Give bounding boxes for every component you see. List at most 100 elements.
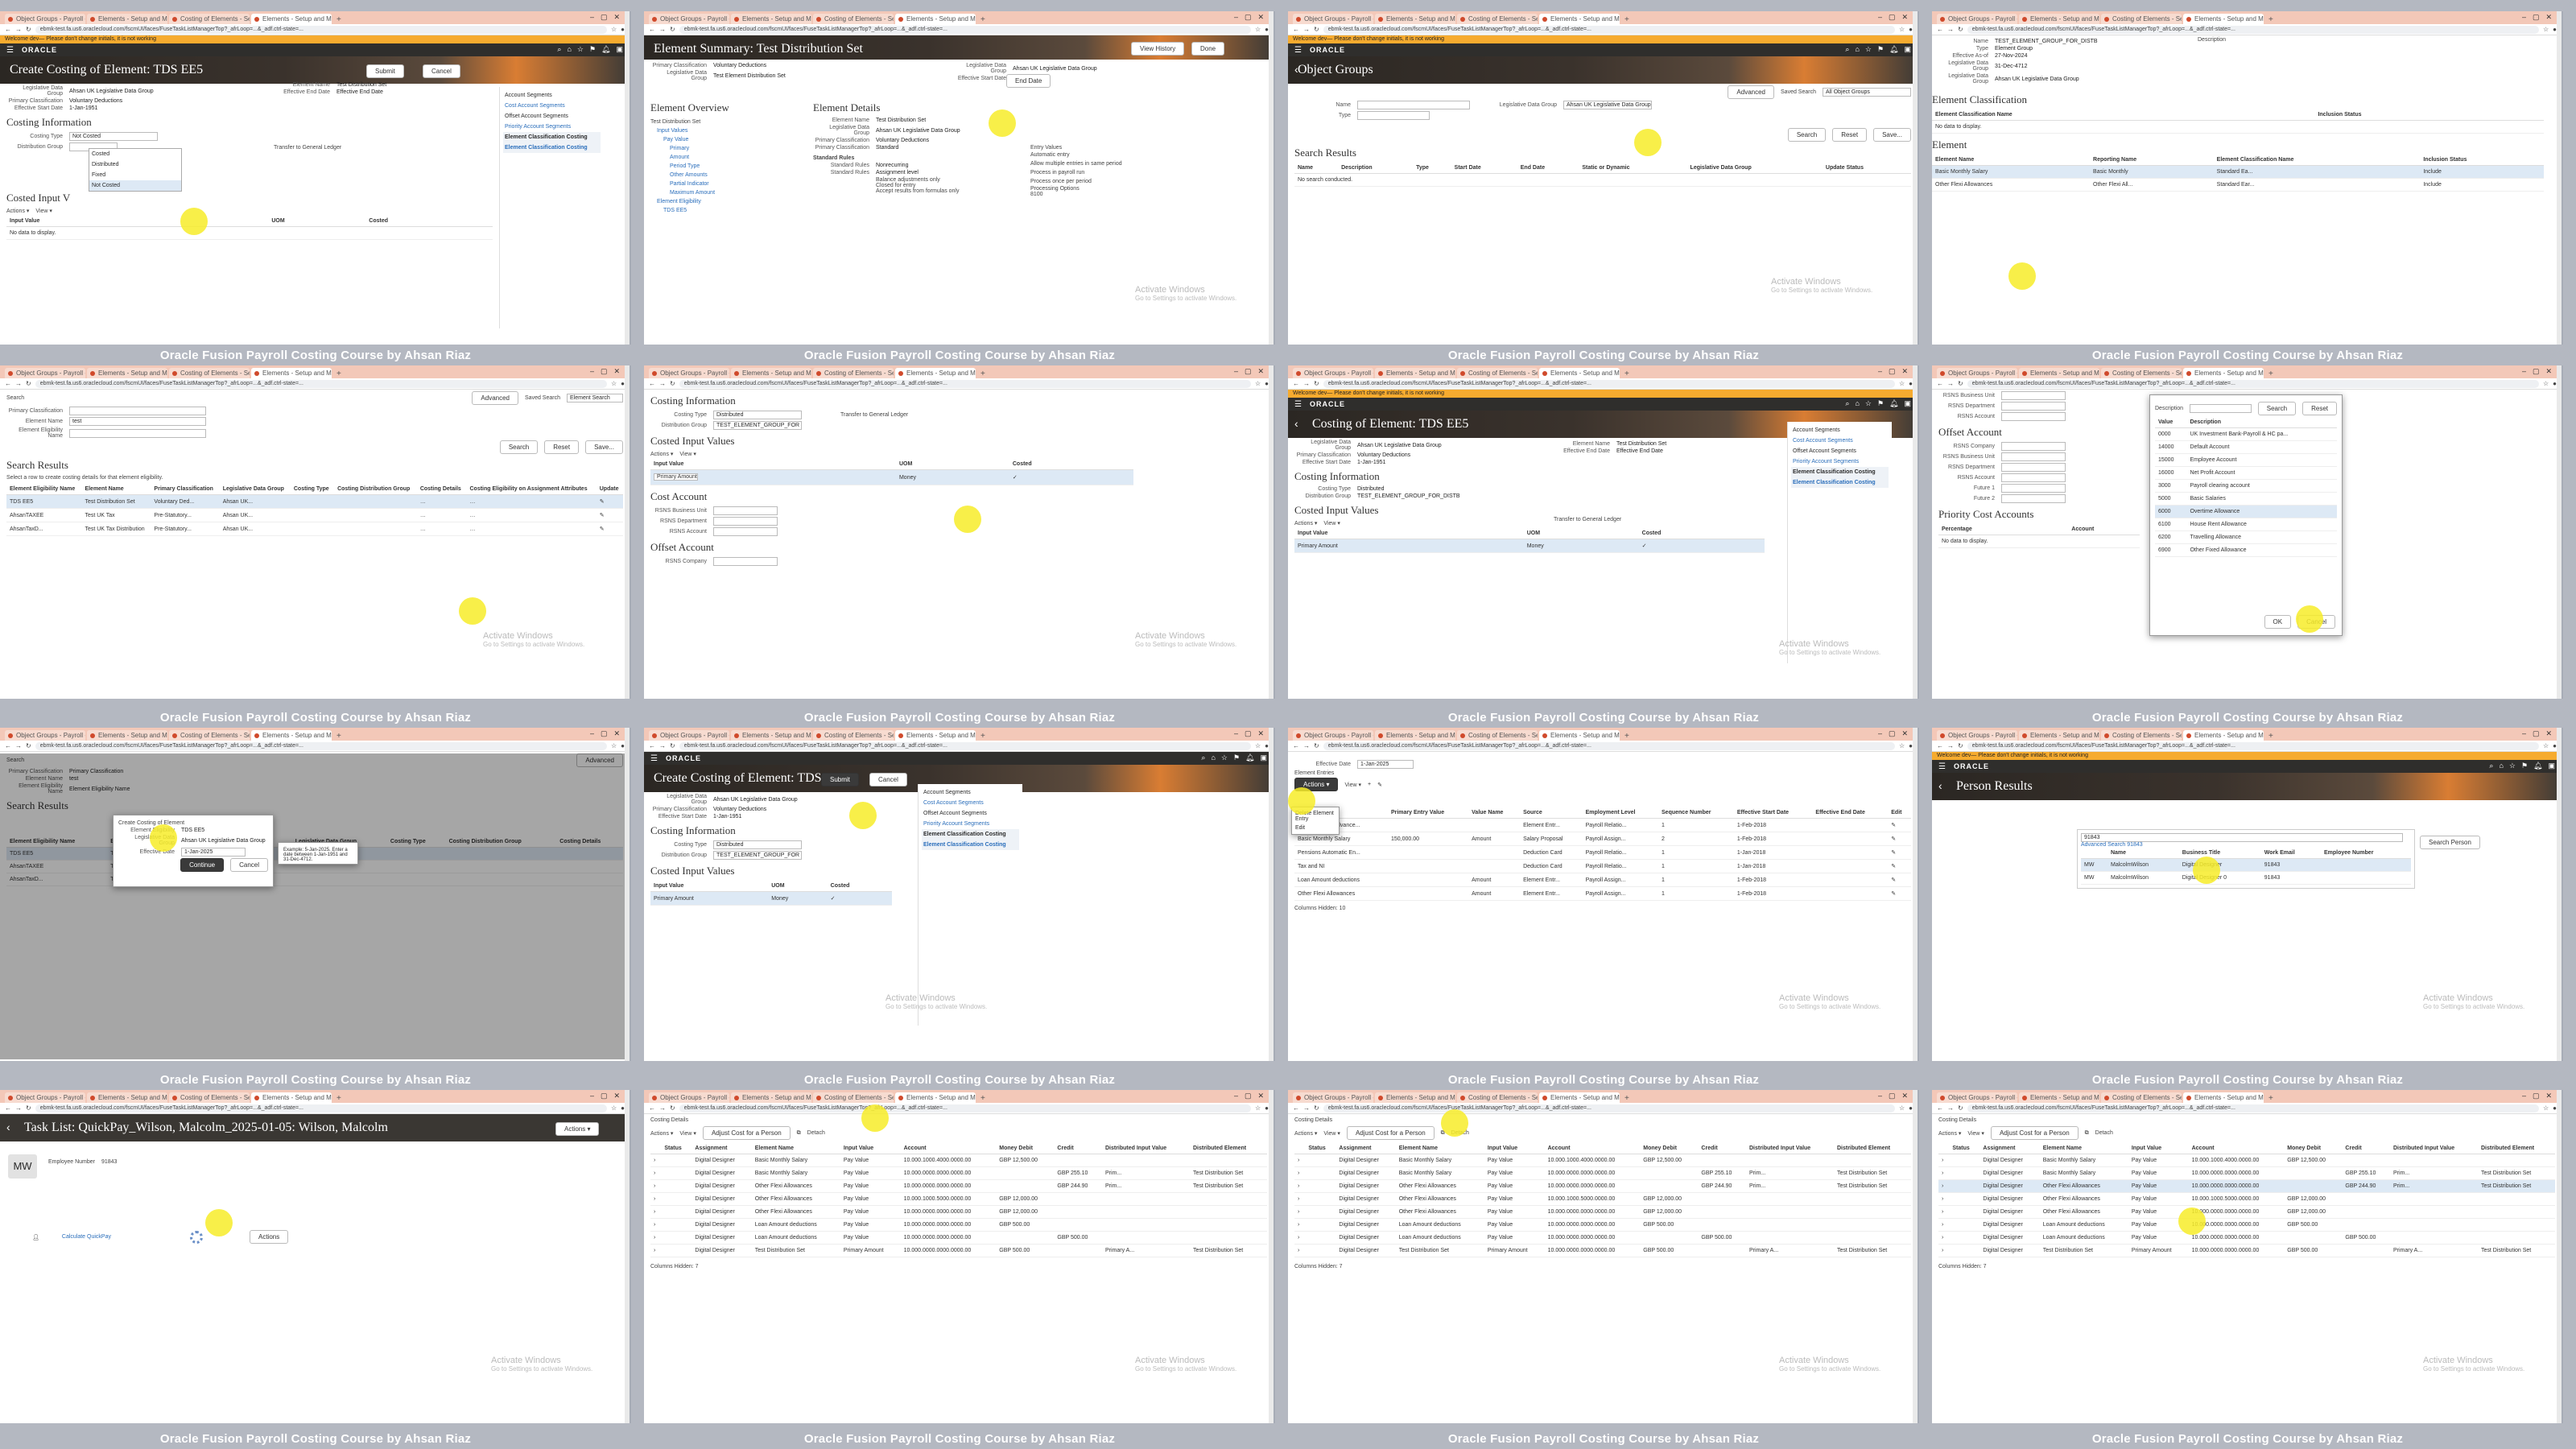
detach-icon[interactable]: ⧉ (2085, 1130, 2089, 1137)
table-row[interactable]: › Digital Designer Basic Monthly Salary Pay… (1294, 1154, 1911, 1167)
reload-icon[interactable]: ↻ (1314, 1104, 1319, 1112)
expand-icon[interactable]: › (1938, 1166, 1950, 1180)
table-row[interactable]: › Digital Designer Other Flexi Allowances P… (1294, 1179, 1911, 1193)
menu-item[interactable]: Edit (1294, 824, 1337, 832)
expand-icon[interactable]: › (1294, 1179, 1306, 1193)
edit-icon[interactable]: ✎ (1888, 859, 1911, 873)
url-field[interactable]: ebmk-test.fa.us6.oraclecloud.com/fscmUI/… (1323, 25, 1895, 34)
expand-icon[interactable]: › (650, 1231, 662, 1245)
expand-icon[interactable]: › (650, 1218, 662, 1232)
browser-tab[interactable]: Object Groups - Payroll - Ora... (1293, 1092, 1373, 1103)
browser-tab[interactable]: Elements - Setup and Mainten... (251, 14, 332, 24)
browser-tab[interactable]: Object Groups - Payroll - Ora... (1293, 730, 1373, 741)
done-button[interactable]: Done (1191, 42, 1225, 56)
table-row[interactable]: Annual Leave Advance...Element Entr...Pa… (1294, 818, 1911, 832)
expand-icon[interactable]: › (1938, 1231, 1950, 1245)
column-header[interactable]: Assignment (1335, 1143, 1396, 1154)
reload-icon[interactable]: ↻ (26, 380, 31, 387)
side-panel-link[interactable]: Element Classification Costing (922, 840, 1019, 850)
browser-tab[interactable]: Costing of Elements - Setup a... (1457, 14, 1538, 24)
edit-icon[interactable]: ✎ (596, 522, 623, 536)
table-row[interactable]: › Digital Designer Basic Monthly Salary Pay… (1938, 1166, 2555, 1180)
view-history-button[interactable]: View History (1131, 42, 1185, 56)
new-tab-icon[interactable]: + (333, 15, 345, 24)
table-row[interactable]: › Digital Designer Loan Amount deductions P… (1294, 1218, 1911, 1232)
forward-icon[interactable]: → (15, 380, 22, 387)
window-controls-icon[interactable]: –▢✕ (590, 1092, 626, 1100)
side-panel-link[interactable]: Account Segments (1791, 425, 1889, 436)
url-field[interactable]: ebmk-test.fa.us6.oraclecloud.com/fscmUI/… (35, 741, 607, 750)
column-header[interactable]: Element Name (2039, 1143, 2128, 1154)
new-tab-icon[interactable]: + (333, 1094, 345, 1103)
dropdown-option[interactable]: Fixed (89, 170, 181, 180)
browser-tab[interactable]: Costing of Elements - Setup a... (813, 730, 894, 741)
view-menu[interactable]: View ▾ (679, 1130, 696, 1137)
edit-icon[interactable]: ✎ (1377, 782, 1382, 788)
table-row[interactable]: 3000 Payroll clearing account (2155, 479, 2337, 493)
column-header[interactable]: Description (1338, 163, 1414, 174)
window-controls-icon[interactable]: –▢✕ (1878, 1092, 1914, 1100)
side-panel-link[interactable]: Cost Account Segments (922, 798, 1019, 808)
expand-icon[interactable]: › (650, 1179, 662, 1193)
tree-node[interactable]: Partial Indicator (650, 180, 811, 188)
scrollbar[interactable] (625, 728, 630, 1061)
column-header[interactable]: Primary Classification (151, 484, 220, 495)
reload-icon[interactable]: ↻ (670, 1104, 675, 1112)
browser-tab[interactable]: Object Groups - Payroll - Ora... (649, 14, 729, 24)
window-controls-icon[interactable]: –▢✕ (2522, 367, 2558, 376)
menu-icon[interactable]: ☰ (1938, 762, 1946, 771)
column-header[interactable]: Assignment (691, 1143, 752, 1154)
forward-icon[interactable]: → (1947, 26, 1954, 33)
browser-tab[interactable]: Costing of Elements - Setup a... (813, 368, 894, 378)
column-header[interactable]: End Date (1517, 163, 1579, 174)
cancel-button[interactable]: Cancel (423, 64, 460, 78)
forward-icon[interactable]: → (15, 742, 22, 749)
column-header[interactable]: Assignment (1979, 1143, 2040, 1154)
browser-tab[interactable]: Object Groups - Payroll - Ora... (5, 730, 85, 741)
column-header[interactable]: Money Debit (2284, 1143, 2343, 1154)
segment-select[interactable] (2001, 452, 2066, 461)
forward-icon[interactable]: → (1303, 380, 1310, 387)
forward-icon[interactable]: → (659, 1104, 666, 1112)
column-header[interactable]: Update (596, 484, 623, 495)
column-header[interactable]: Distributed Input Value (1101, 1143, 1190, 1154)
column-header[interactable]: Account (900, 1143, 997, 1154)
table-row[interactable]: › Digital Designer Test Distribution Set Pr… (1294, 1244, 1911, 1257)
column-header[interactable]: Account (1544, 1143, 1641, 1154)
side-panel-link[interactable]: Priority Account Segments (503, 122, 601, 132)
table-row[interactable]: Other Flexi Allowances Amount Element Entr… (1294, 886, 1911, 901)
costing-type-select[interactable]: Distributed (713, 411, 802, 419)
column-header[interactable]: Account (2188, 1143, 2285, 1154)
flag-icon[interactable]: ⚑ (589, 45, 596, 54)
table-row[interactable]: Loan Amount deductions Amount Element Entr… (1294, 873, 1911, 887)
reload-icon[interactable]: ↻ (670, 26, 675, 33)
side-panel-link[interactable]: Offset Account Segments (922, 808, 1019, 819)
expand-icon[interactable]: › (1294, 1218, 1306, 1232)
table-row[interactable]: › Digital Designer Loan Amount deductions P… (1938, 1231, 2555, 1245)
column-header[interactable]: Distributed Element (1189, 1143, 1267, 1154)
table-row[interactable]: 6900 Other Fixed Allowance (2155, 543, 2337, 557)
url-field[interactable]: ebmk-test.fa.us6.oraclecloud.com/fscmUI/… (1967, 379, 2539, 388)
side-panel-link[interactable]: Cost Account Segments (1791, 436, 1889, 446)
star-icon[interactable]: ☆ (2543, 380, 2549, 387)
url-field[interactable]: ebmk-test.fa.us6.oraclecloud.com/fscmUI/… (35, 379, 607, 388)
browser-tab[interactable]: Elements - Setup and Mainten... (895, 368, 976, 378)
new-tab-icon[interactable]: + (977, 732, 989, 741)
dropdown-option[interactable]: Costed (89, 149, 181, 159)
browser-tab[interactable]: Elements - Setup and Mainten... (2183, 1092, 2264, 1103)
tree-node[interactable]: Primary (650, 144, 811, 153)
name-input[interactable] (1357, 101, 1470, 109)
browser-tab[interactable]: Costing of Elements - Setup a... (1457, 730, 1538, 741)
window-controls-icon[interactable]: –▢✕ (1234, 729, 1270, 738)
segment-select[interactable] (713, 517, 778, 526)
browser-tab[interactable]: Object Groups - Payroll - Ora... (1937, 1092, 2017, 1103)
actions-menu[interactable]: Actions ▾ (1938, 1130, 1961, 1137)
column-header[interactable]: Update Status (1822, 163, 1911, 174)
browser-tab[interactable]: Elements - Setup and Mainten... (87, 368, 167, 378)
browser-tab[interactable]: Object Groups - Payroll - Ora... (5, 14, 85, 24)
continue-button[interactable]: Continue (180, 858, 225, 872)
description-input[interactable] (2190, 404, 2252, 413)
avatar[interactable]: ▣ (1904, 45, 1911, 54)
column-header[interactable]: Start Date (1451, 163, 1517, 174)
eligibility-name-input[interactable] (69, 428, 206, 438)
